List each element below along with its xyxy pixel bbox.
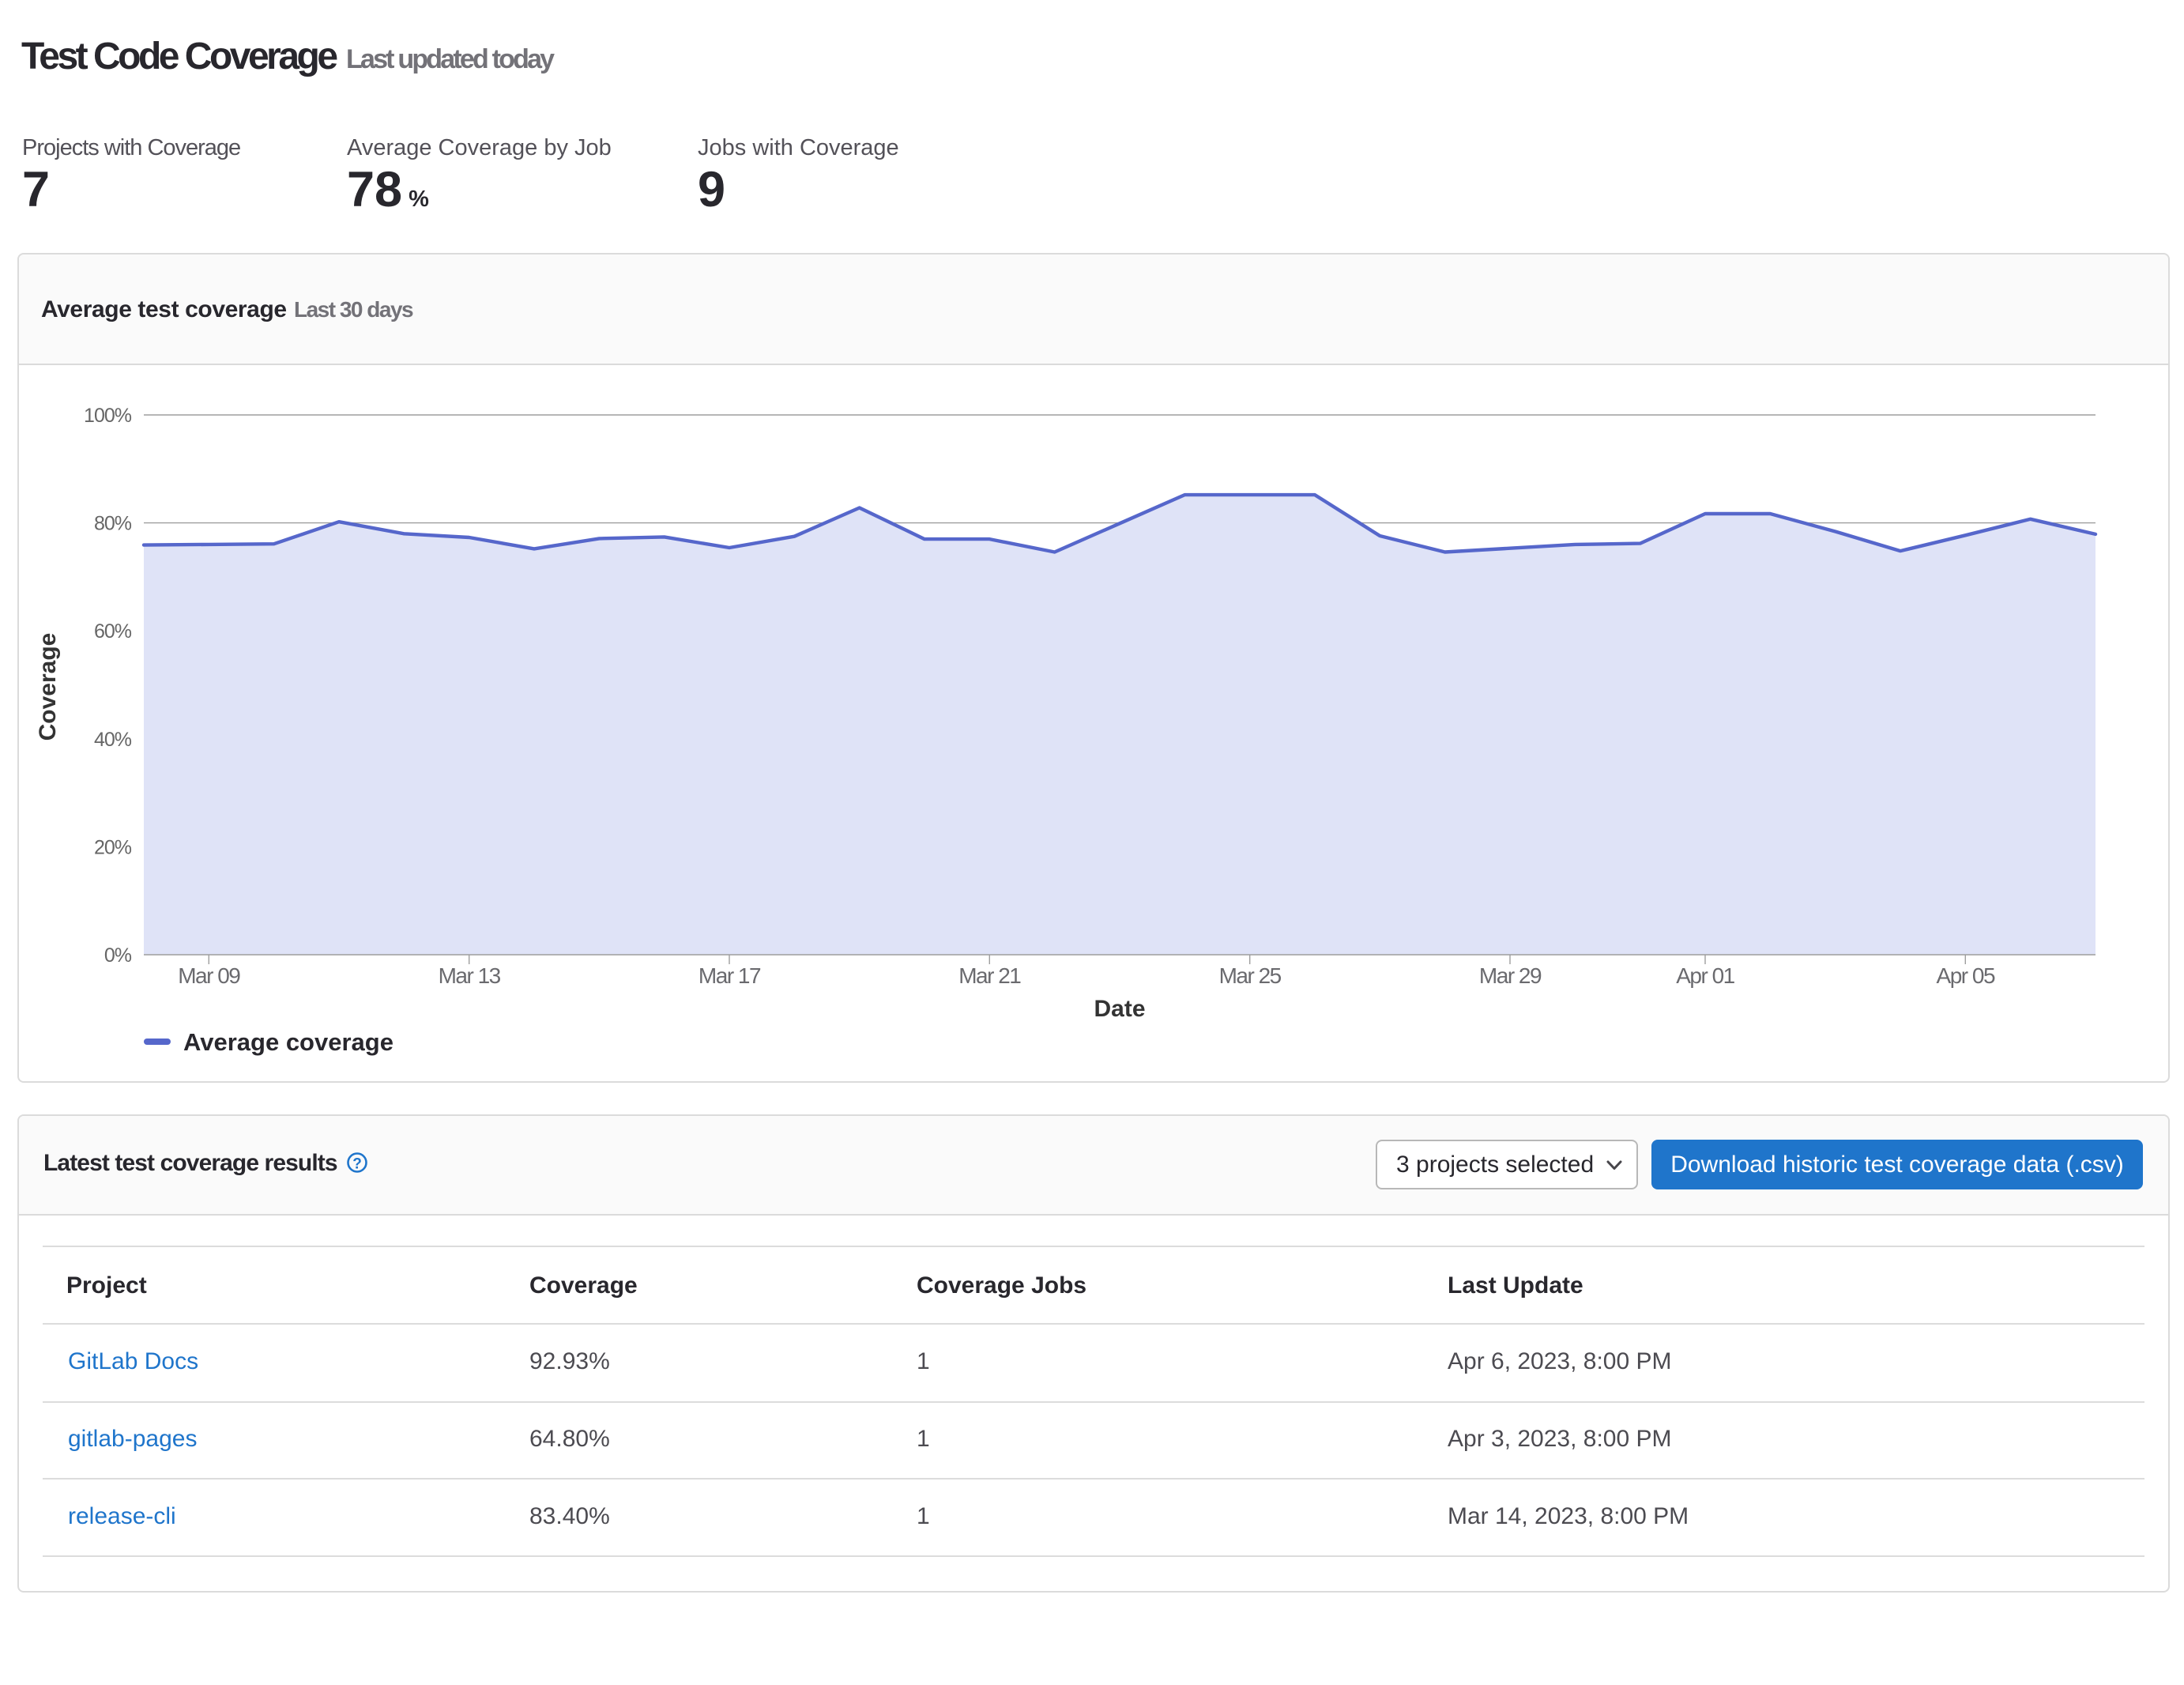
svg-text:80%: 80% (94, 513, 132, 535)
svg-text:Mar 13: Mar 13 (439, 963, 501, 988)
svg-text:Apr 01: Apr 01 (1676, 963, 1734, 988)
svg-text:40%: 40% (94, 729, 132, 751)
svg-text:0%: 0% (104, 944, 132, 967)
svg-text:Date: Date (1094, 996, 1145, 1022)
svg-text:Mar 17: Mar 17 (699, 963, 761, 988)
svg-text:60%: 60% (94, 620, 132, 643)
svg-text:20%: 20% (94, 836, 132, 858)
svg-text:Coverage: Coverage (35, 633, 61, 741)
svg-text:?: ? (352, 1156, 362, 1173)
svg-text:Mar 09: Mar 09 (178, 963, 240, 988)
svg-text:Apr 05: Apr 05 (1937, 963, 1995, 988)
svg-text:Average coverage: Average coverage (183, 1028, 393, 1056)
svg-text:Mar 21: Mar 21 (958, 963, 1021, 988)
svg-text:100%: 100% (84, 405, 132, 427)
svg-text:Mar 25: Mar 25 (1219, 963, 1282, 988)
svg-text:Mar 29: Mar 29 (1479, 963, 1542, 988)
